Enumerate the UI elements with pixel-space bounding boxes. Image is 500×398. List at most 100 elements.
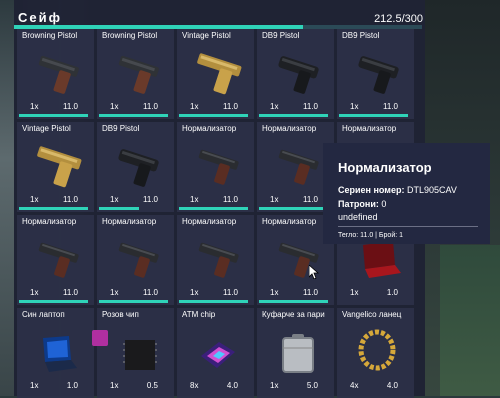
tooltip-title: Нормализатор bbox=[338, 160, 432, 175]
slot-weight: 11.0 bbox=[303, 288, 318, 297]
slot-weight: 11.0 bbox=[63, 102, 78, 111]
tooltip-ammo: Патрони: 0 bbox=[338, 199, 386, 209]
durability-bar bbox=[339, 114, 409, 117]
pistol-browning-icon bbox=[118, 55, 159, 94]
tooltip-ammo-value: 0 bbox=[381, 199, 387, 209]
pistol-vintage-icon bbox=[197, 53, 242, 95]
slot-weight: 11.0 bbox=[223, 288, 238, 297]
pistol-db9-icon bbox=[118, 149, 159, 187]
slot-name: Куфарче за пари bbox=[262, 310, 325, 319]
slot-name: Нормализатор bbox=[342, 124, 397, 133]
slot-weight: 11.0 bbox=[223, 195, 238, 204]
tooltip-serial: Сериен номер: DTL905CAV bbox=[338, 185, 457, 195]
slot-quantity: 1x bbox=[30, 288, 39, 297]
slot-name: Нормализатор bbox=[262, 124, 317, 133]
inventory-slot[interactable]: Нормализатор 1x 11.0 bbox=[17, 215, 94, 305]
durability-bar bbox=[99, 300, 169, 303]
slot-quantity: 4x bbox=[350, 381, 359, 390]
inventory-slot[interactable]: Browning Pistol 1x 11.0 bbox=[17, 29, 94, 119]
slot-quantity: 1x bbox=[110, 102, 119, 111]
durability-bar bbox=[99, 114, 169, 117]
slot-name: Vintage Pistol bbox=[182, 31, 231, 40]
durability-bar bbox=[19, 114, 89, 117]
slot-quantity: 1x bbox=[270, 288, 279, 297]
slot-quantity: 1x bbox=[110, 288, 119, 297]
pistol-browning-icon bbox=[38, 55, 79, 94]
durability-bar bbox=[19, 300, 89, 303]
background-door bbox=[440, 245, 500, 396]
slot-name: Нормализатор bbox=[262, 217, 317, 226]
inventory-slot[interactable]: Розов чип 1x 0.5 bbox=[97, 308, 174, 398]
inventory-slot[interactable]: Нормализатор 1x 11.0 bbox=[97, 215, 174, 305]
slot-name: DB9 Pistol bbox=[262, 31, 300, 40]
slot-name: Нормализатор bbox=[102, 217, 157, 226]
pistol-normalizer-icon bbox=[118, 242, 159, 278]
inventory-slot[interactable]: Vintage Pistol 1x 11.0 bbox=[177, 29, 254, 119]
inventory-slot[interactable]: ATM chip 8x 4.0 bbox=[177, 308, 254, 398]
pistol-normalizer-icon bbox=[198, 242, 239, 278]
slot-weight: 11.0 bbox=[303, 102, 318, 111]
durability-bar bbox=[179, 114, 249, 117]
slot-name: Розов чип bbox=[102, 310, 139, 319]
slot-weight: 4.0 bbox=[386, 381, 398, 390]
slot-weight: 1.0 bbox=[66, 381, 78, 390]
slot-weight: 4.0 bbox=[226, 381, 238, 390]
item-tooltip: Нормализатор Сериен номер: DTL905CAV Пат… bbox=[323, 143, 490, 244]
slot-weight: 11.0 bbox=[223, 102, 238, 111]
durability-bar bbox=[179, 300, 249, 303]
slot-weight: 11.0 bbox=[143, 288, 158, 297]
durability-bar bbox=[259, 207, 329, 210]
inventory-slot[interactable]: DB9 Pistol 1x 11.0 bbox=[257, 29, 334, 119]
tooltip-extra: undefined bbox=[338, 212, 378, 222]
slot-name: DB9 Pistol bbox=[102, 124, 140, 133]
slot-weight: 0.5 bbox=[146, 381, 158, 390]
slot-weight: 11.0 bbox=[143, 195, 158, 204]
slot-quantity: 1x bbox=[270, 195, 279, 204]
slot-quantity: 1x bbox=[190, 102, 199, 111]
tooltip-footer: Тегло: 11.0 | Брой: 1 bbox=[338, 232, 404, 239]
inventory-slot[interactable]: Нормализатор 1x 11.0 bbox=[177, 215, 254, 305]
slot-weight: 5.0 bbox=[306, 381, 318, 390]
slot-quantity: 1x bbox=[30, 381, 39, 390]
slot-weight: 1.0 bbox=[386, 288, 398, 297]
slot-quantity: 1x bbox=[270, 381, 279, 390]
pistol-normalizer-icon bbox=[278, 149, 319, 185]
pistol-vintage-icon bbox=[37, 146, 82, 188]
slot-weight: 11.0 bbox=[63, 195, 78, 204]
slot-name: Vangelico ланец bbox=[342, 310, 402, 319]
inventory-slot[interactable]: Нормализатор 1x 11.0 bbox=[177, 122, 254, 212]
slot-quantity: 1x bbox=[110, 195, 119, 204]
durability-bar bbox=[179, 207, 249, 210]
tooltip-divider bbox=[338, 226, 478, 227]
slot-quantity: 1x bbox=[30, 195, 39, 204]
slot-quantity: 1x bbox=[350, 288, 359, 297]
tooltip-serial-value: DTL905CAV bbox=[406, 185, 457, 195]
money-case-icon bbox=[282, 334, 314, 373]
slot-name: Vintage Pistol bbox=[22, 124, 71, 133]
inventory-weight: 212.5/300 bbox=[374, 13, 423, 25]
slot-quantity: 1x bbox=[30, 102, 39, 111]
slot-quantity: 1x bbox=[190, 195, 199, 204]
durability-bar bbox=[99, 207, 140, 210]
gold-chain-icon bbox=[358, 329, 396, 371]
inventory-slot[interactable]: Син лаптоп 1x 1.0 bbox=[17, 308, 94, 398]
slot-name: Син лаптоп bbox=[22, 310, 65, 319]
slot-quantity: 1x bbox=[350, 102, 359, 111]
inventory-slot[interactable]: DB9 Pistol 1x 11.0 bbox=[337, 29, 414, 119]
tooltip-serial-label: Сериен номер: bbox=[338, 185, 405, 195]
slot-name: Нормализатор bbox=[22, 217, 77, 226]
pistol-db9-icon bbox=[278, 56, 319, 94]
slot-weight: 11.0 bbox=[63, 288, 78, 297]
slot-name: DB9 Pistol bbox=[342, 31, 380, 40]
mouse-cursor-icon bbox=[309, 265, 319, 279]
inventory-title: Сейф bbox=[18, 10, 62, 25]
inventory-slot[interactable]: Browning Pistol 1x 11.0 bbox=[97, 29, 174, 119]
inventory-slot[interactable]: Vangelico ланец 4x 4.0 bbox=[337, 308, 414, 398]
inventory-slot[interactable]: Vintage Pistol 1x 11.0 bbox=[17, 122, 94, 212]
inventory-slot[interactable]: Куфарче за пари 1x 5.0 bbox=[257, 308, 334, 398]
durability-bar bbox=[19, 207, 89, 210]
background-left-strip bbox=[0, 0, 14, 396]
slot-quantity: 1x bbox=[190, 288, 199, 297]
inventory-slot[interactable]: DB9 Pistol 1x 11.0 bbox=[97, 122, 174, 212]
atm-chip-icon bbox=[201, 342, 235, 368]
